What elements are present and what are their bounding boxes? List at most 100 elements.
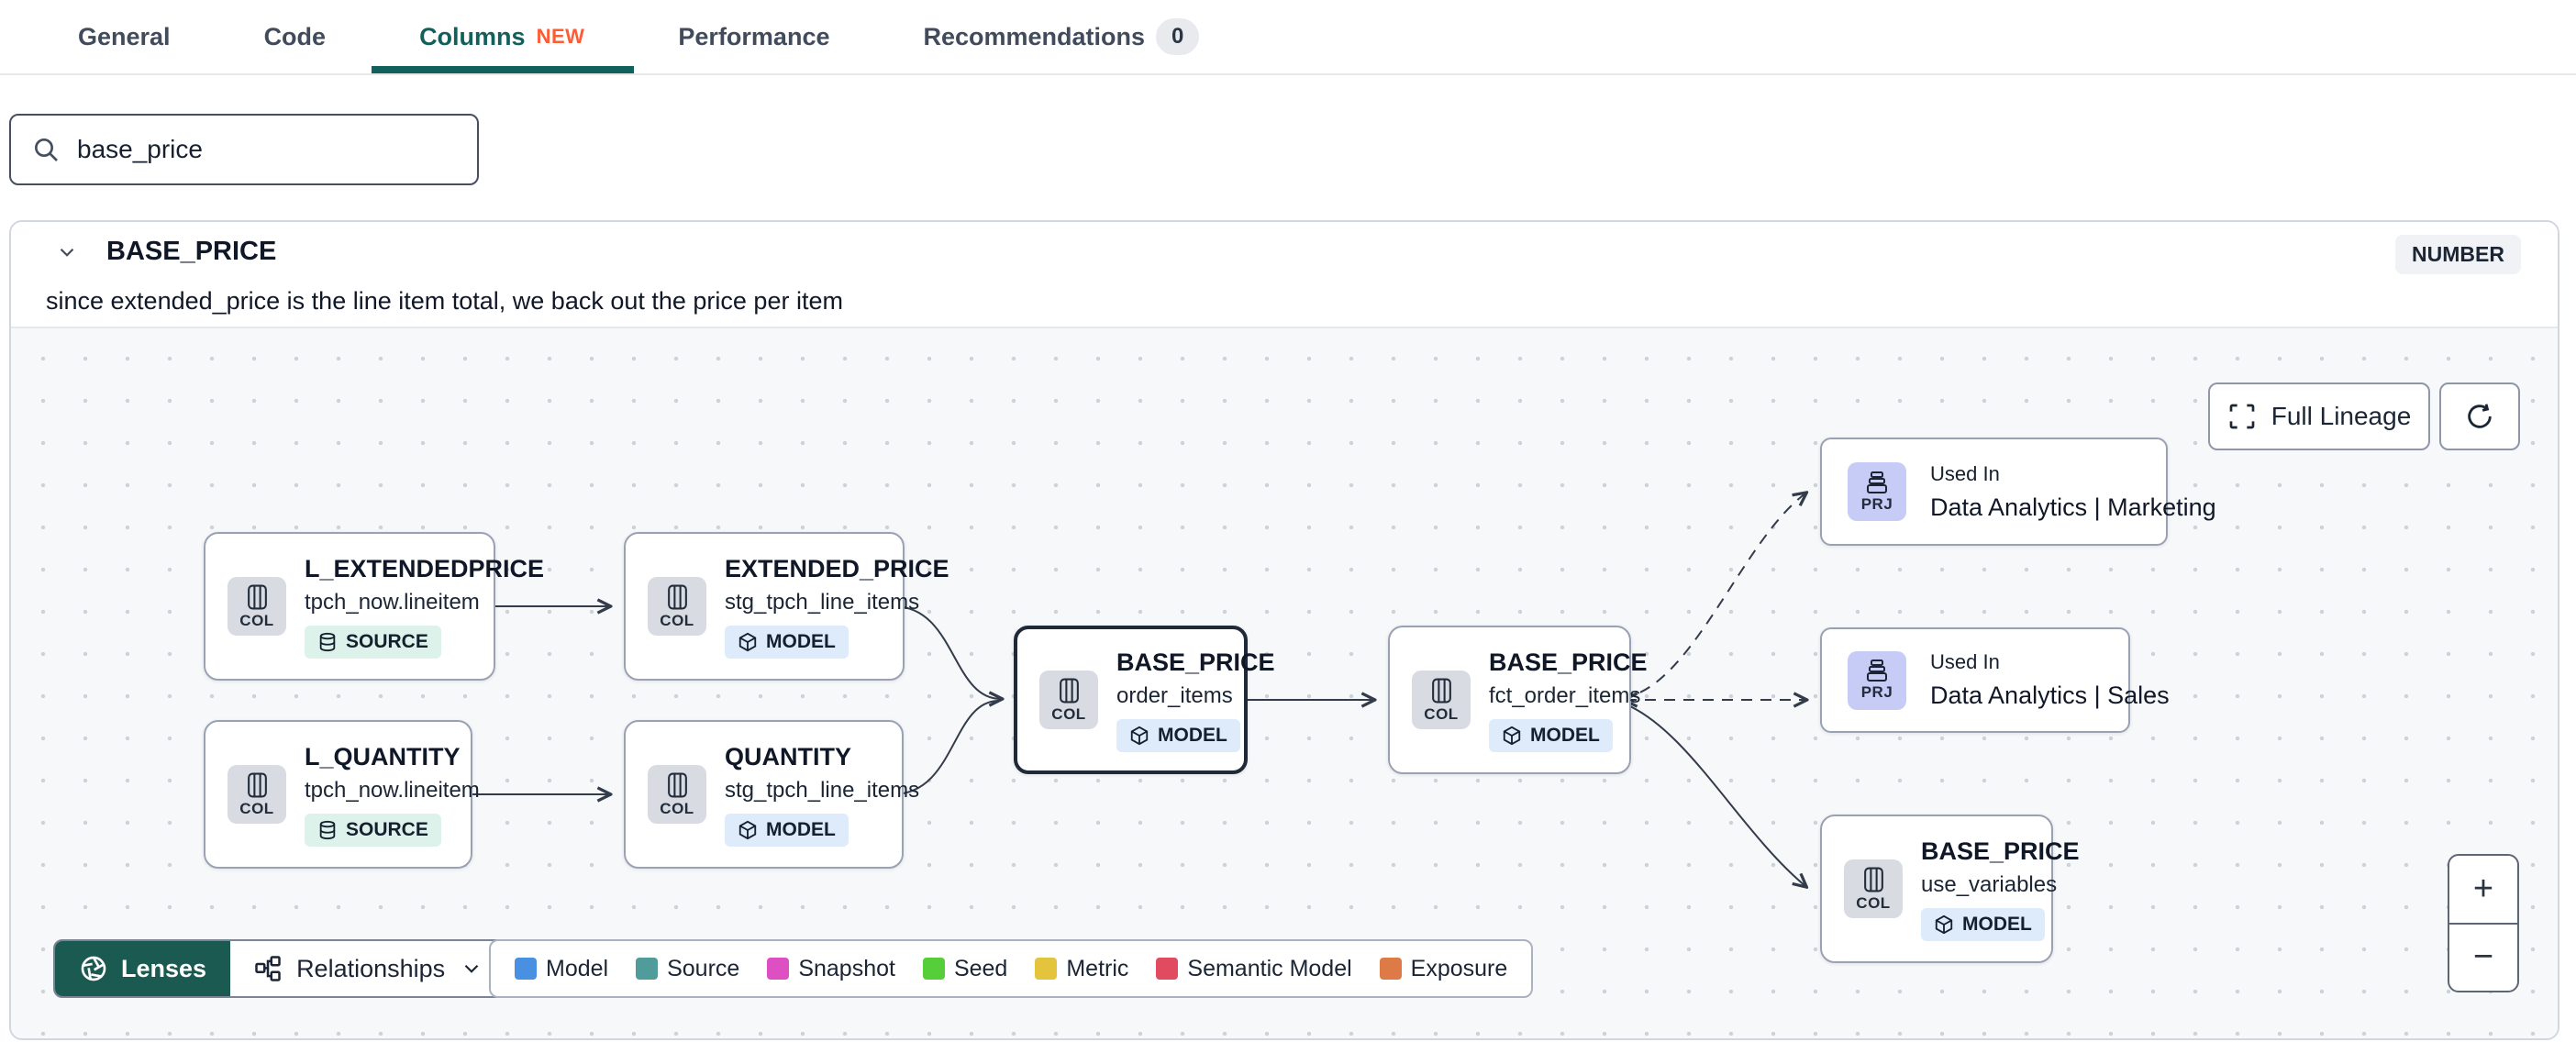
archive-boxes-icon: [1867, 660, 1887, 682]
refresh-icon: [2468, 404, 2492, 428]
badge-label: MODEL: [1158, 724, 1227, 746]
full-lineage-button[interactable]: Full Lineage: [2208, 382, 2430, 450]
node-base-price-order-items[interactable]: COL BASE_PRICE order_items MODEL: [1014, 626, 1275, 774]
badge-label: MODEL: [766, 818, 836, 840]
legend-item-model: Model: [515, 956, 608, 982]
chevron-down-icon: [464, 964, 479, 973]
column-icon: COL: [1844, 859, 1903, 918]
badge-label: MODEL: [1530, 724, 1600, 746]
resource-type-badge: MODEL: [725, 625, 849, 659]
column-icon: COL: [228, 765, 286, 824]
node-subtitle: use_variables: [1921, 871, 2058, 897]
column-search: [9, 114, 479, 185]
node-title: BASE_PRICE: [1116, 648, 1275, 676]
fullscreen-icon: [2229, 404, 2255, 429]
node-subtitle: tpch_now.lineitem: [305, 777, 480, 803]
legend-item-metric: Metric: [1035, 956, 1128, 982]
relationships-dropdown[interactable]: Relationships: [230, 941, 508, 996]
full-lineage-label: Full Lineage: [2271, 402, 2412, 430]
cube-icon: [1935, 914, 1953, 934]
icon-kind-label: COL: [660, 799, 694, 817]
node-title: QUANTITY: [725, 742, 851, 770]
node-subtitle: tpch_now.lineitem: [305, 589, 480, 615]
recommendations-count-badge: 0: [1156, 18, 1200, 55]
badge-label: SOURCE: [346, 818, 428, 840]
node-subtitle: order_items: [1116, 682, 1233, 708]
lenses-label: Lenses: [121, 954, 207, 982]
database-icon: [319, 632, 336, 651]
resource-type-badge: MODEL: [725, 813, 849, 847]
legend-label: Seed: [953, 955, 1008, 981]
database-icon: [319, 820, 336, 839]
new-badge: NEW: [536, 25, 585, 48]
badge-label: MODEL: [766, 630, 836, 652]
zoom-in-button[interactable]: +: [2449, 856, 2517, 923]
cube-icon: [1130, 726, 1149, 745]
tab-label: Performance: [678, 22, 830, 50]
edge-fctorderitems-usevariables: [1621, 702, 1805, 886]
legend-swatch: [1156, 958, 1179, 980]
collapse-chevron-icon[interactable]: [53, 238, 81, 266]
zoom-out-button[interactable]: −: [2449, 925, 2517, 992]
column-type-badge: NUMBER: [2395, 235, 2521, 274]
legend-label: Snapshot: [798, 955, 895, 981]
node-subtitle: fct_order_items: [1489, 682, 1641, 708]
lineage-edges: [472, 328, 2558, 1038]
column-card-header: BASE_PRICE NUMBER since extended_price i…: [11, 222, 2558, 327]
lenses-group: Lenses Relationships: [53, 939, 510, 998]
search-icon: [35, 139, 58, 161]
node-subtitle: stg_tpch_line_items: [725, 777, 920, 803]
edge-fctorderitems-marketing: [1621, 493, 1805, 699]
search-input[interactable]: [77, 135, 457, 164]
cube-icon: [738, 632, 757, 651]
icon-kind-label: COL: [1424, 704, 1459, 723]
resource-type-badge: MODEL: [1116, 718, 1240, 752]
legend-label: Exposure: [1410, 955, 1508, 981]
node-base-price-fct-order-items[interactable]: COL BASE_PRICE fct_order_items MODEL: [1388, 626, 1648, 774]
legend-swatch: [636, 958, 659, 980]
tab-code[interactable]: Code: [264, 0, 327, 73]
node-title: Data Analytics | Sales: [1930, 682, 2170, 709]
used-in-label: Used In: [1930, 461, 2000, 485]
badge-label: MODEL: [1962, 913, 2032, 935]
tab-bar: General Code Columns NEW Performance Rec…: [0, 0, 2576, 75]
icon-kind-label: COL: [660, 611, 694, 629]
legend-item-semantic-model: Semantic Model: [1156, 955, 1352, 982]
resource-type-badge: SOURCE: [305, 813, 441, 847]
tab-performance[interactable]: Performance: [678, 0, 829, 73]
node-l-extendedprice[interactable]: COL L_EXTENDEDPRICE tpch_now.lineitem SO…: [204, 532, 544, 681]
lineage-canvas[interactable]: COL L_EXTENDEDPRICE tpch_now.lineitem SO…: [11, 327, 2558, 1038]
tab-recommendations[interactable]: Recommendations 0: [923, 0, 1200, 73]
node-base-price-use-variables[interactable]: COL BASE_PRICE use_variables MODEL: [1820, 815, 2080, 963]
column-name: BASE_PRICE: [106, 237, 277, 266]
column-description: since extended_price is the line item to…: [46, 287, 843, 315]
legend-swatch: [922, 958, 945, 980]
icon-kind-label: COL: [239, 611, 274, 629]
tab-general[interactable]: General: [78, 0, 171, 73]
node-used-in-sales[interactable]: PRJ Used In Data Analytics | Sales: [1820, 627, 2170, 733]
node-l-quantity[interactable]: COL L_QUANTITY tpch_now.lineitem SOURCE: [204, 720, 480, 869]
refresh-button[interactable]: [2439, 382, 2520, 450]
tab-columns[interactable]: Columns NEW: [371, 0, 635, 73]
column-icon: COL: [648, 577, 706, 636]
legend-item-snapshot: Snapshot: [767, 956, 895, 982]
node-title: L_QUANTITY: [305, 742, 461, 770]
node-title: BASE_PRICE: [1921, 837, 2080, 865]
node-title: EXTENDED_PRICE: [725, 554, 949, 582]
badge-label: SOURCE: [346, 630, 428, 652]
tab-label: General: [78, 22, 171, 50]
column-icon: COL: [228, 577, 286, 636]
node-quantity[interactable]: COL QUANTITY stg_tpch_line_items MODEL: [624, 720, 919, 869]
legend-label: Semantic Model: [1187, 955, 1352, 981]
lenses-button[interactable]: Lenses: [55, 941, 231, 996]
legend-swatch: [1379, 958, 1402, 980]
legend-label: Source: [667, 955, 740, 981]
legend-item-exposure: Exposure: [1379, 955, 1508, 982]
tab-label: Columns: [419, 22, 526, 50]
node-title: L_EXTENDEDPRICE: [305, 554, 545, 582]
legend-label: Model: [546, 955, 609, 981]
node-used-in-marketing[interactable]: PRJ Used In Data Analytics | Marketing: [1820, 438, 2216, 546]
column-card: BASE_PRICE NUMBER since extended_price i…: [9, 220, 2559, 1040]
node-extended-price[interactable]: COL EXTENDED_PRICE stg_tpch_line_items M…: [624, 532, 949, 681]
icon-kind-label: COL: [1856, 893, 1891, 912]
